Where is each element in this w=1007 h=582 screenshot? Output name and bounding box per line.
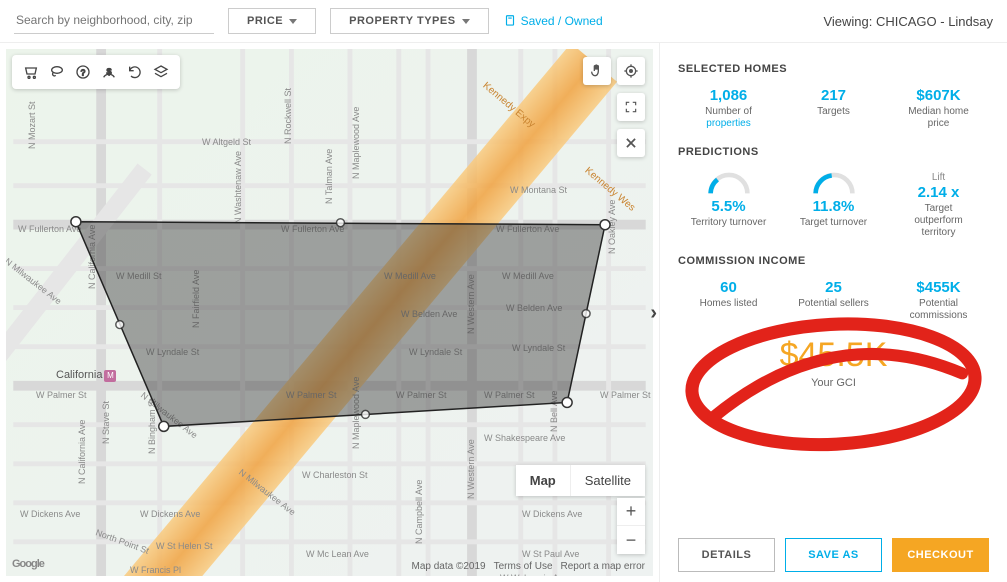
stat-homes-listed: 60 Homes listed bbox=[678, 279, 779, 322]
svg-text:?: ? bbox=[81, 68, 86, 77]
info-icon[interactable]: ? bbox=[70, 59, 96, 85]
topbar: PRICE PROPERTY TYPES Saved / Owned Viewi… bbox=[0, 0, 1007, 43]
chevron-down-icon bbox=[289, 19, 297, 24]
stat-territory-turnover: 5.5% Territory turnover bbox=[678, 170, 779, 239]
stat-properties: 1,086 Number ofproperties bbox=[678, 87, 779, 130]
selected-section-title: SELECTED HOMES bbox=[678, 63, 989, 75]
stats-panel: SELECTED HOMES 1,086 Number ofproperties… bbox=[660, 43, 1007, 582]
stat-median-price: $607K Median homeprice bbox=[888, 87, 989, 130]
price-filter-label: PRICE bbox=[247, 15, 283, 27]
gci-label: Your GCI bbox=[678, 377, 989, 389]
search-input[interactable] bbox=[14, 9, 214, 34]
zoom-out-button[interactable]: − bbox=[617, 526, 645, 554]
expand-panel-arrow[interactable]: › bbox=[650, 302, 657, 325]
map-type-map[interactable]: Map bbox=[516, 465, 571, 496]
stat-target-turnover: 11.8% Target turnover bbox=[783, 170, 884, 239]
action-buttons: DETAILS SAVE AS CHECKOUT bbox=[678, 538, 989, 572]
pan-icon[interactable] bbox=[583, 57, 611, 85]
stat-lift: Lift 2.14 x Targetoutperformterritory bbox=[888, 170, 989, 239]
chevron-down-icon bbox=[462, 19, 470, 24]
map-pane[interactable]: W Fullerton Ave W Fullerton Ave W Fuller… bbox=[0, 43, 660, 582]
map-attribution: Map data ©2019Terms of UseReport a map e… bbox=[412, 561, 645, 572]
price-filter[interactable]: PRICE bbox=[228, 8, 316, 34]
gauge-icon bbox=[706, 170, 752, 196]
predictions-section-title: PREDICTIONS bbox=[678, 146, 989, 158]
gci-block: $45.5K Your GCI bbox=[678, 336, 989, 389]
google-logo: Google bbox=[12, 558, 44, 570]
property-type-filter[interactable]: PROPERTY TYPES bbox=[330, 8, 488, 34]
stat-potential-commissions: $455K Potentialcommissions bbox=[888, 279, 989, 322]
territory-polygon[interactable] bbox=[6, 49, 653, 576]
locate-icon[interactable] bbox=[617, 57, 645, 85]
layers-icon[interactable] bbox=[148, 59, 174, 85]
close-icon[interactable] bbox=[617, 129, 645, 157]
gci-value: $45.5K bbox=[678, 336, 989, 375]
viewing-label: Viewing: CHICAGO - Lindsay bbox=[823, 14, 993, 29]
map-draw-toolbar: ? $ bbox=[12, 55, 180, 89]
stat-potential-sellers: 25 Potential sellers bbox=[783, 279, 884, 322]
saved-owned-link[interactable]: Saved / Owned bbox=[503, 14, 603, 28]
zoom-in-button[interactable]: + bbox=[617, 498, 645, 526]
property-type-label: PROPERTY TYPES bbox=[349, 15, 455, 27]
map-type-toggle: Map Satellite bbox=[516, 465, 645, 496]
map-type-satellite[interactable]: Satellite bbox=[571, 465, 645, 496]
map-canvas[interactable]: W Fullerton Ave W Fullerton Ave W Fuller… bbox=[6, 49, 653, 576]
gauge-icon bbox=[811, 170, 857, 196]
fullscreen-icon[interactable] bbox=[617, 93, 645, 121]
save-as-button[interactable]: SAVE AS bbox=[785, 538, 882, 572]
undo-icon[interactable] bbox=[122, 59, 148, 85]
commission-section-title: COMMISSION INCOME bbox=[678, 255, 989, 267]
stat-targets: 217 Targets bbox=[783, 87, 884, 130]
checkout-button[interactable]: CHECKOUT bbox=[892, 538, 989, 572]
properties-link[interactable]: properties bbox=[706, 118, 750, 129]
details-button[interactable]: DETAILS bbox=[678, 538, 775, 572]
price-tool-icon[interactable]: $ bbox=[96, 59, 122, 85]
cart-icon[interactable] bbox=[18, 59, 44, 85]
lasso-icon[interactable] bbox=[44, 59, 70, 85]
saved-owned-label: Saved / Owned bbox=[521, 14, 603, 28]
bookmark-icon bbox=[503, 14, 517, 28]
zoom-control: + − bbox=[617, 498, 645, 554]
